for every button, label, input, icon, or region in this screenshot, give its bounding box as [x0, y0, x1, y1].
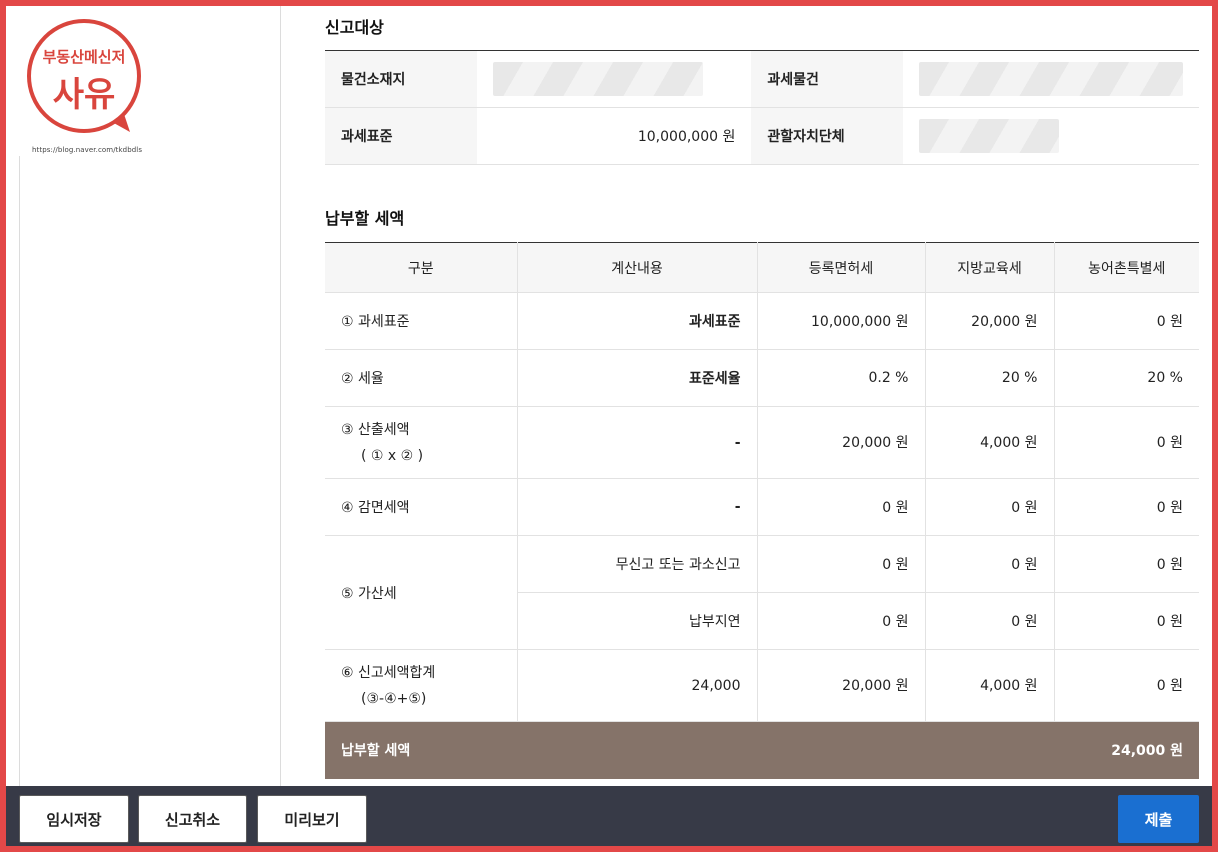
row-calc: 표준세율	[517, 349, 758, 407]
target-row: 과세표준 10,000,000 원 관할자치단체	[325, 107, 1199, 165]
header-calc: 계산내용	[517, 242, 758, 293]
row-label-sub: (③-④+⑤)	[361, 690, 427, 707]
row-education-tax: 0 원	[925, 535, 1055, 593]
value-taxable-object	[902, 50, 1199, 108]
redacted-value	[492, 62, 703, 96]
row-calc: 과세표준	[517, 292, 758, 350]
logo-line1: 부동산메신저	[43, 48, 126, 66]
row-registration-tax: 20,000 원	[757, 406, 926, 479]
row-label: ① 과세표준	[325, 292, 518, 350]
sidebar: 부동산메신저 사유 https://blog.naver.com/tkdbdls	[6, 6, 281, 786]
label-taxable-object: 과세물건	[751, 50, 903, 108]
redacted-value	[918, 119, 1059, 153]
header-registration-tax: 등록면허세	[757, 242, 926, 293]
row-registration-tax: 0.2 %	[757, 349, 926, 407]
main-content: 신고대상 물건소재지 과세물건 과세표준 10,000,000 원 관할자치단체	[325, 6, 1199, 786]
row-label-main: ⑥ 신고세액합계	[341, 664, 436, 681]
row-label: ② 세율	[325, 349, 518, 407]
row-rural-tax: 0 원	[1054, 535, 1199, 593]
row-calc: 납부지연	[517, 592, 758, 650]
table-row: ⑤ 가산세 무신고 또는 과소신고 0 원 0 원 0 원	[325, 535, 1199, 650]
row-education-tax: 20,000 원	[925, 292, 1055, 350]
logo-line2: 사유	[53, 75, 116, 115]
row-calc: 24,000	[517, 649, 758, 722]
header-education-tax: 지방교육세	[925, 242, 1055, 293]
section-title-tax: 납부할 세액	[325, 209, 405, 228]
tax-table: 구분 계산내용 등록면허세 지방교육세 농어촌특별세 ① 과세표준 과세표준 1…	[325, 242, 1199, 779]
row-calc: 무신고 또는 과소신고	[517, 535, 758, 593]
table-row: ⑥ 신고세액합계 (③-④+⑤) 24,000 20,000 원 4,000 원…	[325, 649, 1199, 722]
row-rural-tax: 20 %	[1054, 349, 1199, 407]
target-table: 물건소재지 과세물건 과세표준 10,000,000 원 관할자치단체	[325, 50, 1199, 165]
app-frame: 부동산메신저 사유 https://blog.naver.com/tkdbdls…	[6, 6, 1212, 846]
row-label: ⑤ 가산세	[325, 535, 518, 650]
table-row: ① 과세표준 과세표준 10,000,000 원 20,000 원 0 원	[325, 292, 1199, 350]
row-rural-tax: 0 원	[1054, 478, 1199, 536]
table-row: ④ 감면세액 - 0 원 0 원 0 원	[325, 478, 1199, 536]
row-education-tax: 0 원	[925, 592, 1055, 650]
row-label: ④ 감면세액	[325, 478, 518, 536]
row-label: ⑥ 신고세액합계 (③-④+⑤)	[325, 649, 518, 722]
logo-url: https://blog.naver.com/tkdbdls	[32, 146, 143, 154]
value-tax-base: 10,000,000 원	[476, 107, 752, 165]
row-registration-tax: 0 원	[757, 535, 926, 593]
row-education-tax: 4,000 원	[925, 649, 1055, 722]
total-row: 납부할 세액 24,000 원	[325, 721, 1199, 779]
cancel-report-button[interactable]: 신고취소	[138, 795, 247, 843]
row-label-sub: ( ① x ② )	[361, 447, 424, 464]
row-label-main: ③ 산출세액	[341, 421, 410, 438]
header-category: 구분	[325, 242, 518, 293]
temp-save-button[interactable]: 임시저장	[19, 795, 129, 843]
value-property-location	[476, 50, 752, 108]
bottom-action-bar: 임시저장 신고취소 미리보기 제출	[6, 786, 1212, 846]
label-jurisdiction: 관할자치단체	[751, 107, 903, 165]
total-value: 24,000 원	[757, 721, 1199, 779]
row-rural-tax: 0 원	[1054, 592, 1199, 650]
tax-header-row: 구분 계산내용 등록면허세 지방교육세 농어촌특별세	[325, 242, 1199, 293]
target-row: 물건소재지 과세물건	[325, 50, 1199, 108]
row-education-tax: 4,000 원	[925, 406, 1055, 479]
row-label: ③ 산출세액 ( ① x ② )	[325, 406, 518, 479]
row-education-tax: 0 원	[925, 478, 1055, 536]
sidebar-divider	[19, 156, 20, 786]
row-registration-tax: 0 원	[757, 592, 926, 650]
row-registration-tax: 0 원	[757, 478, 926, 536]
header-rural-tax: 농어촌특별세	[1054, 242, 1199, 293]
submit-button[interactable]: 제출	[1118, 795, 1199, 843]
table-row: ② 세율 표준세율 0.2 % 20 % 20 %	[325, 349, 1199, 407]
row-calc: -	[517, 406, 758, 479]
row-calc: -	[517, 478, 758, 536]
row-rural-tax: 0 원	[1054, 292, 1199, 350]
value-jurisdiction	[902, 107, 1199, 165]
logo-badge: 부동산메신저 사유	[27, 19, 141, 133]
label-tax-base: 과세표준	[325, 107, 477, 165]
preview-button[interactable]: 미리보기	[257, 795, 367, 843]
row-registration-tax: 20,000 원	[757, 649, 926, 722]
row-rural-tax: 0 원	[1054, 649, 1199, 722]
row-rural-tax: 0 원	[1054, 406, 1199, 479]
redacted-value	[918, 62, 1183, 96]
table-row: ③ 산출세액 ( ① x ② ) - 20,000 원 4,000 원 0 원	[325, 406, 1199, 479]
label-property-location: 물건소재지	[325, 50, 477, 108]
total-label: 납부할 세액	[325, 721, 757, 779]
row-education-tax: 20 %	[925, 349, 1055, 407]
row-registration-tax: 10,000,000 원	[757, 292, 926, 350]
section-title-target: 신고대상	[325, 18, 384, 37]
